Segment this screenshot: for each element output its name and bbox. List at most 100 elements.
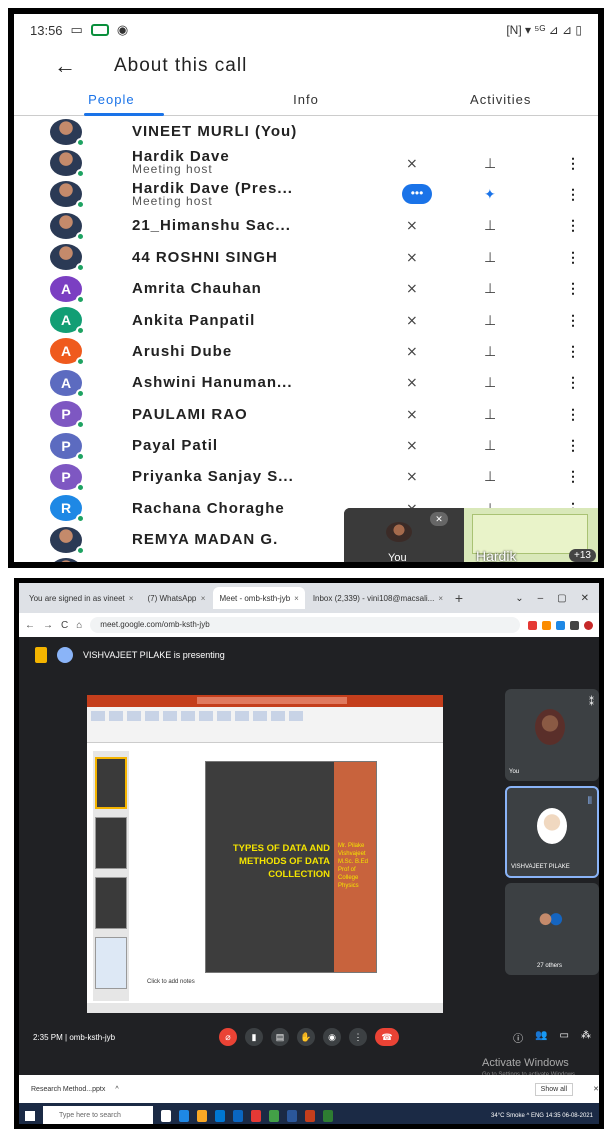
participant-row[interactable]: A Ashwini Hanuman... ⨯ ⊥ ⋮ <box>14 367 598 398</box>
participant-row[interactable]: A Ankita Panpatil ⨯ ⊥ ⋮ <box>14 304 598 336</box>
pin-icon[interactable]: ⊥ <box>484 280 496 297</box>
pip-window[interactable]: ✕ You Hardik +13 <box>344 508 598 562</box>
more-options-icon[interactable]: ⋮ <box>566 374 580 391</box>
edge-icon[interactable] <box>179 1110 189 1122</box>
reload-icon[interactable]: C <box>61 620 68 631</box>
chevron-up-icon[interactable]: ^ <box>115 1086 118 1093</box>
slide-thumbnail[interactable] <box>95 937 127 989</box>
extension-icon[interactable] <box>528 620 537 630</box>
close-icon[interactable]: × <box>129 594 134 603</box>
pin-icon[interactable]: ⊥ <box>484 374 496 391</box>
more-options-icon[interactable]: ⋮ <box>566 437 580 454</box>
pin-icon[interactable]: ⊥ <box>484 468 496 485</box>
participant-row[interactable]: Hardik Dave Meeting host ⨯ ⊥ ⋮ <box>14 147 598 179</box>
more-options-icon[interactable]: ⋮ <box>566 280 580 297</box>
activities-icon[interactable]: ⁂ <box>581 1030 591 1045</box>
participant-row[interactable]: VINEET MURLI (You) <box>14 116 598 147</box>
pip-self-tile[interactable]: ✕ You <box>344 508 464 562</box>
excel-icon[interactable] <box>323 1110 333 1122</box>
maximize-icon[interactable]: ▢ <box>557 593 566 604</box>
task-view-icon[interactable] <box>161 1110 171 1122</box>
more-options-icon[interactable]: ⋮ <box>566 312 580 329</box>
powerpoint-icon[interactable] <box>305 1110 315 1122</box>
pin-icon[interactable]: ⊥ <box>484 249 496 266</box>
browser-tab[interactable]: Inbox (2,339) - vini108@macsali... × <box>306 587 447 609</box>
extension-icon[interactable] <box>556 620 565 630</box>
slide-thumbnail[interactable] <box>95 877 127 929</box>
store-icon[interactable] <box>215 1110 225 1122</box>
tab-people[interactable]: People <box>14 86 209 115</box>
notes-placeholder[interactable]: Click to add notes <box>147 979 195 985</box>
pip-share-tile[interactable]: Hardik +13 <box>464 508 598 562</box>
forward-icon[interactable]: → <box>43 620 53 631</box>
new-tab-button[interactable]: + <box>449 590 469 606</box>
pin-icon[interactable]: ⊥ <box>484 217 496 234</box>
participant-tile-you[interactable]: ⁑ You <box>505 689 599 781</box>
participant-name: Ashwini Hanuman... <box>132 374 293 392</box>
close-window-icon[interactable]: ✕ <box>581 593 589 604</box>
mail-icon[interactable] <box>233 1110 243 1122</box>
close-icon[interactable]: × <box>201 594 206 603</box>
captions-button[interactable]: ▤ <box>271 1028 289 1046</box>
extension-icon[interactable] <box>542 620 551 630</box>
participant-row[interactable]: 21_Himanshu Sac... ⨯ ⊥ ⋮ <box>14 210 598 241</box>
pin-icon[interactable]: ✦ <box>484 186 496 203</box>
close-icon[interactable]: ✕ <box>593 1085 599 1093</box>
back-arrow-icon[interactable]: ← <box>54 53 76 79</box>
back-icon[interactable]: ← <box>25 620 35 631</box>
participant-tile-presenter[interactable]: ⦀ VISHVAJEET PILAKE <box>505 786 599 878</box>
people-icon[interactable]: 👥 <box>535 1030 547 1045</box>
tab-info[interactable]: Info <box>209 86 404 115</box>
more-options-icon[interactable]: ⋮ <box>566 217 580 234</box>
download-item[interactable]: Research Method...pptx <box>31 1086 105 1093</box>
browser-tab-active[interactable]: Meet - omb-ksth-jyb × <box>213 587 305 609</box>
participant-row[interactable]: P PAULAMI RAO ⨯ ⊥ ⋮ <box>14 399 598 430</box>
chevron-down-icon[interactable]: ⌄ <box>515 593 523 604</box>
explorer-icon[interactable] <box>197 1110 207 1122</box>
minimize-icon[interactable]: – <box>538 593 544 604</box>
profile-avatar[interactable] <box>584 620 593 630</box>
mic-off-button[interactable]: ⌀ <box>219 1028 237 1046</box>
participant-row[interactable]: 44 ROSHNI SINGH ⨯ ⊥ ⋮ <box>14 242 598 273</box>
more-options-icon[interactable]: ⋮ <box>566 468 580 485</box>
pin-icon[interactable]: ⊥ <box>484 406 496 423</box>
more-options-icon[interactable]: ⋮ <box>566 343 580 360</box>
windows-start-icon[interactable] <box>25 1111 35 1121</box>
pin-icon[interactable]: ⊥ <box>484 343 496 360</box>
show-all-button[interactable]: Show all <box>534 1082 574 1096</box>
more-options-icon[interactable]: ⋮ <box>566 406 580 423</box>
browser-tab[interactable]: You are signed in as vineet × <box>23 587 140 609</box>
taskbar-search[interactable]: Type here to search <box>43 1106 153 1124</box>
info-icon[interactable]: ⓘ <box>513 1030 523 1045</box>
camera-button[interactable]: ▮ <box>245 1028 263 1046</box>
chat-icon[interactable]: ▭ <box>560 1030 569 1045</box>
participant-tile-others[interactable]: 27 others <box>505 883 599 975</box>
browser-tab[interactable]: (7) WhatsApp × <box>141 587 212 609</box>
word-icon[interactable] <box>287 1110 297 1122</box>
home-icon[interactable]: ⌂ <box>76 620 82 631</box>
close-icon[interactable]: × <box>438 594 443 603</box>
participant-row[interactable]: P Payal Patil ⨯ ⊥ ⋮ <box>14 430 598 461</box>
tab-activities[interactable]: Activities <box>403 86 598 115</box>
more-options-icon[interactable]: ⋮ <box>566 155 580 172</box>
url-field[interactable]: meet.google.com/omb-ksth-jyb <box>90 617 520 633</box>
participant-row[interactable]: A Amrita Chauhan ⨯ ⊥ ⋮ <box>14 273 598 304</box>
more-options-icon[interactable]: ⋮ <box>566 186 580 203</box>
raise-hand-button[interactable]: ✋ <box>297 1028 315 1046</box>
slide-thumbnail[interactable] <box>95 757 127 809</box>
more-options-icon[interactable]: ⋮ <box>566 249 580 266</box>
app-icon[interactable] <box>269 1110 279 1122</box>
participant-row[interactable]: A Arushi Dube ⨯ ⊥ ⋮ <box>14 336 598 367</box>
participant-row[interactable]: P Priyanka Sanjay S... ⨯ ⊥ ⋮ <box>14 461 598 492</box>
chrome-icon[interactable] <box>251 1110 261 1122</box>
pin-icon[interactable]: ⊥ <box>484 437 496 454</box>
close-icon[interactable]: × <box>294 594 299 603</box>
participant-row[interactable]: Hardik Dave (Pres... Meeting host ••• ✦ ⋮ <box>14 179 598 210</box>
extension-icon[interactable] <box>570 620 579 630</box>
present-button[interactable]: ◉ <box>323 1028 341 1046</box>
pin-icon[interactable]: ⊥ <box>484 312 496 329</box>
slide-thumbnail[interactable] <box>95 817 127 869</box>
more-options-button[interactable]: ⋮ <box>349 1028 367 1046</box>
end-call-button[interactable]: ☎ <box>375 1028 399 1046</box>
pin-icon[interactable]: ⊥ <box>484 155 496 172</box>
